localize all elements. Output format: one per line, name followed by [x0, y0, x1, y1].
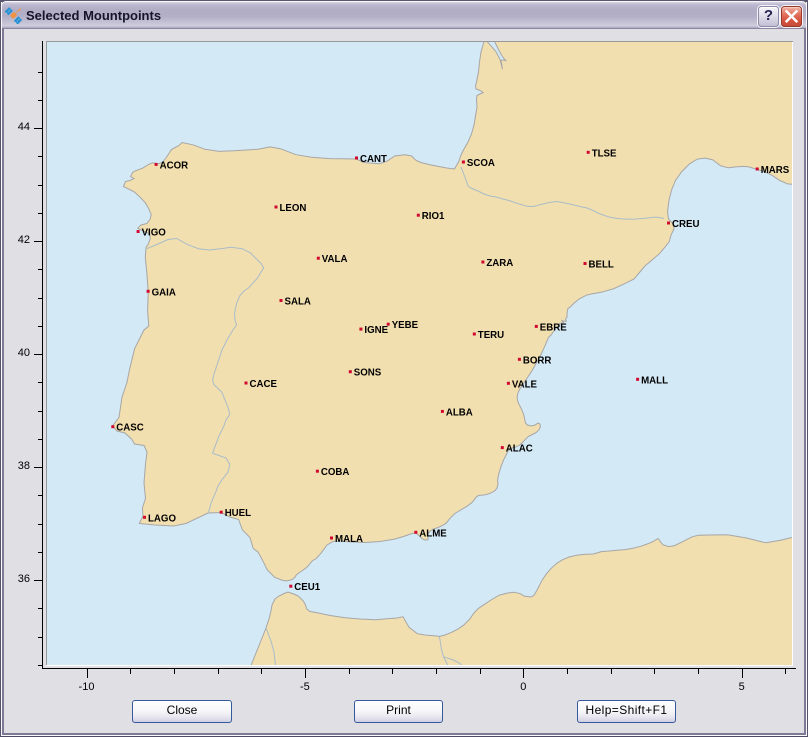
- svg-text:ALAC: ALAC: [506, 444, 533, 455]
- svg-text:IGNE: IGNE: [364, 325, 388, 336]
- svg-text:CANT: CANT: [360, 154, 387, 165]
- svg-text:TLSE: TLSE: [592, 148, 617, 159]
- svg-text:CACE: CACE: [250, 379, 278, 390]
- svg-text:LAGO: LAGO: [148, 513, 176, 524]
- svg-text:TERU: TERU: [478, 330, 504, 341]
- svg-text:ACOR: ACOR: [160, 160, 189, 171]
- svg-text:VALA: VALA: [322, 254, 348, 265]
- svg-text:CEU1: CEU1: [294, 582, 320, 593]
- svg-text:YEBE: YEBE: [392, 320, 419, 331]
- svg-text:BORR: BORR: [523, 355, 552, 366]
- svg-text:MALA: MALA: [335, 534, 363, 545]
- svg-text:SALA: SALA: [285, 297, 311, 308]
- svg-text:LEON: LEON: [280, 203, 307, 214]
- svg-text:ZARA: ZARA: [486, 258, 513, 269]
- svg-text:SCOA: SCOA: [467, 158, 495, 169]
- svg-text:MARS: MARS: [761, 165, 790, 176]
- svg-text:RIO1: RIO1: [422, 211, 445, 222]
- svg-text:SONS: SONS: [354, 368, 382, 379]
- svg-text:VIGO: VIGO: [142, 228, 167, 239]
- svg-text:ALME: ALME: [419, 528, 447, 539]
- svg-text:VALE: VALE: [512, 379, 538, 390]
- svg-text:MALL: MALL: [641, 375, 668, 386]
- svg-text:CASC: CASC: [116, 423, 143, 434]
- svg-text:ALBA: ALBA: [446, 407, 473, 418]
- svg-text:HUEL: HUEL: [225, 508, 251, 519]
- svg-text:BELL: BELL: [589, 260, 614, 271]
- svg-text:CREU: CREU: [672, 219, 699, 230]
- svg-text:GAIA: GAIA: [152, 287, 176, 298]
- svg-text:EBRE: EBRE: [540, 322, 567, 333]
- svg-text:COBA: COBA: [321, 467, 350, 478]
